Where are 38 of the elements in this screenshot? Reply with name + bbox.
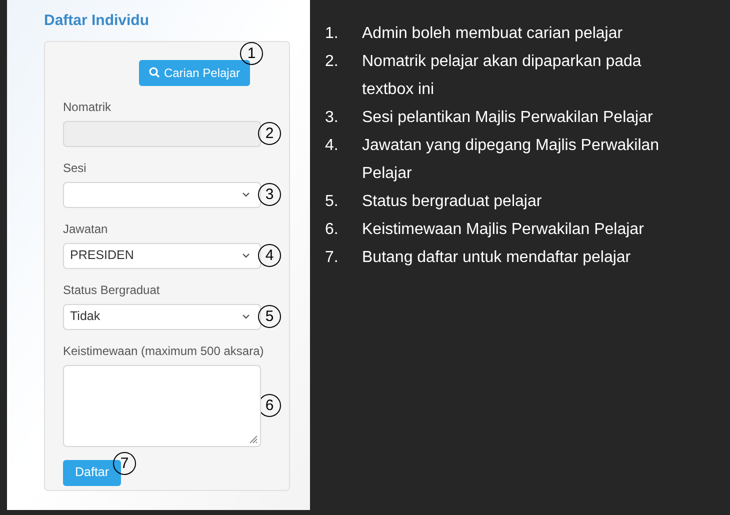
list-number: 5.	[325, 192, 340, 212]
field-label: Jawatan	[63, 220, 109, 236]
note-text: Nomatrik pelajar akan dipaparkan pada textbox ini	[362, 52, 642, 100]
note-text: Admin boleh membuat carian pelajar	[362, 24, 624, 44]
list-number: 7.	[325, 248, 340, 268]
callout-number: 4	[258, 244, 281, 267]
note-text: Keistimewaan Majlis Perwakilan Pelajar	[362, 220, 645, 240]
textarea-field[interactable]	[63, 364, 261, 446]
chevron-down-icon	[242, 253, 250, 258]
callout-number: 1	[240, 42, 263, 64]
callout-number: 7	[113, 452, 136, 474]
callout-number: 3	[258, 183, 281, 206]
select-field[interactable]	[63, 182, 261, 208]
select-field[interactable]: Tidak	[63, 304, 261, 330]
chevron-down-icon	[242, 192, 250, 197]
resize-handle-icon	[249, 434, 258, 444]
callout-number: 6	[258, 394, 281, 417]
list-number: 1.	[325, 24, 340, 44]
field-label: Keistimewaan (maximum 500 aksara)	[63, 342, 265, 358]
note-text: Status bergraduat pelajar	[362, 192, 543, 212]
search-icon	[148, 67, 160, 78]
field-label: Sesi	[63, 160, 88, 176]
list-number: 3.	[325, 108, 340, 128]
note-text: Sesi pelantikan Majlis Perwakilan Pelajar	[362, 108, 654, 128]
field-label: Nomatrik	[63, 98, 112, 114]
callout-number: 2	[258, 122, 281, 145]
list-number: 2.	[325, 52, 340, 72]
select-value: PRESIDEN	[70, 247, 134, 264]
note-text: Butang daftar untuk mendaftar pelajar	[362, 248, 632, 268]
chevron-down-icon	[242, 314, 250, 319]
note-text: Jawatan yang dipegang Majlis Perwakilan Pelajar	[362, 136, 660, 184]
page-title: Daftar Individu	[44, 11, 150, 31]
select-value: Tidak	[70, 308, 100, 326]
list-number: 4.	[325, 136, 340, 156]
select-field[interactable]: PRESIDEN	[63, 242, 261, 268]
list-number: 6.	[325, 220, 340, 240]
field-label: Status Bergraduat	[63, 282, 161, 298]
callout-number: 5	[258, 305, 281, 328]
